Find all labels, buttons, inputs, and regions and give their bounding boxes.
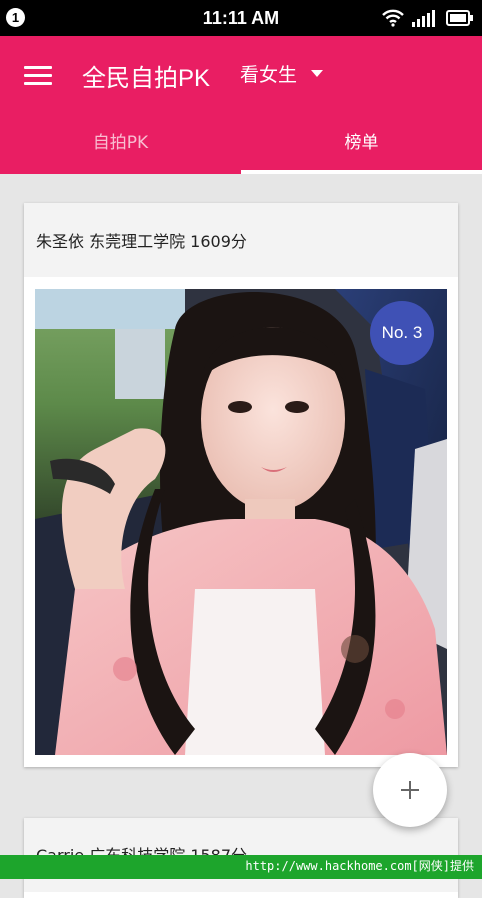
ranking-card[interactable]: 朱圣依 东莞理工学院 1609分 No. 3 [24, 203, 458, 767]
dropdown-caret-icon [311, 70, 324, 77]
filter-label: 看女生 [240, 64, 298, 86]
status-icons [382, 8, 474, 28]
signal-icon [412, 10, 435, 27]
battery-icon [446, 10, 473, 26]
gender-filter-dropdown[interactable]: 看女生 [240, 60, 324, 87]
card-header: 朱圣依 东莞理工学院 1609分 [24, 203, 458, 277]
watermark-text: http://www.hackhome.com[网侠]提供 [245, 859, 474, 873]
rank-badge: No. 3 [370, 301, 434, 365]
wifi-icon [382, 9, 404, 27]
add-button[interactable] [373, 753, 447, 827]
app-title: 全民自拍PK [82, 65, 211, 92]
tab-selfie-pk[interactable]: 自拍PK [0, 128, 241, 174]
status-bar: 1 11:11 AM [0, 0, 482, 36]
tab-indicator [241, 170, 482, 174]
tab-ranking[interactable]: 榜单 [241, 128, 482, 174]
app-bar: 全民自拍PK 看女生 自拍PK 榜单 [0, 36, 482, 174]
plus-icon-vertical [409, 781, 411, 799]
hamburger-menu-icon[interactable] [24, 64, 54, 86]
selfie-photo[interactable]: No. 3 [35, 289, 447, 755]
